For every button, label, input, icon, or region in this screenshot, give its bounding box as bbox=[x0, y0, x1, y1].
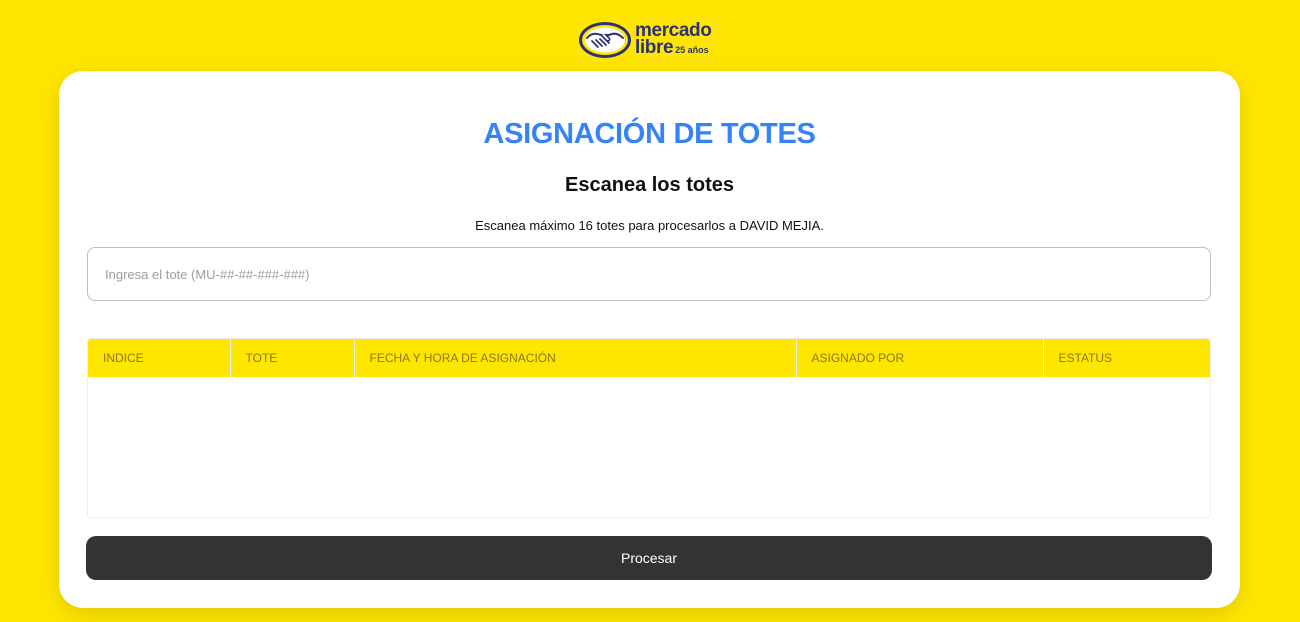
page-subtitle: Escanea los totes bbox=[565, 174, 734, 196]
process-button[interactable]: Procesar bbox=[86, 536, 1212, 580]
totes-table-grid: INDICE TOTE FECHA Y HORA DE ASIGNACIÓN A… bbox=[88, 339, 1210, 377]
totes-table: INDICE TOTE FECHA Y HORA DE ASIGNACIÓN A… bbox=[87, 338, 1211, 518]
handshake-icon bbox=[578, 21, 632, 59]
mercado-libre-logo: mercado libre 25 años bbox=[578, 19, 712, 60]
table-header-row: INDICE TOTE FECHA Y HORA DE ASIGNACIÓN A… bbox=[88, 339, 1210, 377]
column-header-fecha-hora[interactable]: FECHA Y HORA DE ASIGNACIÓN bbox=[354, 339, 797, 377]
tote-assignment-card: ASIGNACIÓN DE TOTES Escanea los totes Es… bbox=[59, 71, 1240, 608]
brand-anniversary: 25 años bbox=[675, 44, 709, 55]
column-header-estatus[interactable]: ESTATUS bbox=[1043, 339, 1210, 377]
brand-line2: libre bbox=[635, 36, 674, 58]
table-header: INDICE TOTE FECHA Y HORA DE ASIGNACIÓN A… bbox=[88, 339, 1210, 377]
tote-input[interactable] bbox=[87, 247, 1211, 301]
brand-line1: mercado bbox=[635, 19, 712, 41]
column-header-indice[interactable]: INDICE bbox=[88, 339, 231, 377]
page-description: Escanea máximo 16 totes para procesarlos… bbox=[475, 218, 824, 233]
page-title: ASIGNACIÓN DE TOTES bbox=[483, 118, 816, 150]
brand-wordmark: mercado libre 25 años bbox=[635, 19, 712, 59]
column-header-tote[interactable]: TOTE bbox=[230, 339, 355, 377]
column-header-asignado-por[interactable]: ASIGNADO POR bbox=[796, 339, 1044, 377]
